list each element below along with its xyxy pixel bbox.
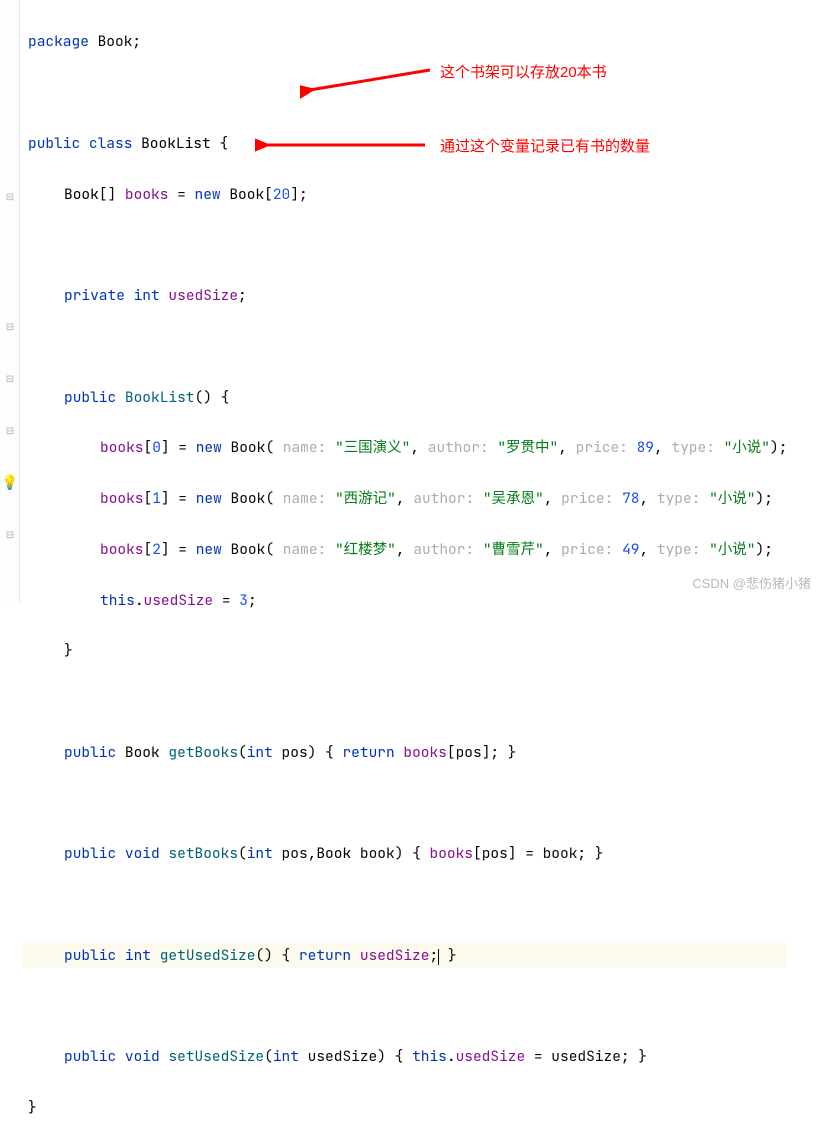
watermark: CSDN @悲伤猪小猪 [692,573,811,596]
code-line [22,689,787,714]
code-line [22,892,787,917]
code-line: books[0] = new Book( name: "三国演义", autho… [22,435,787,460]
code-line: public void setUsedSize(int usedSize) { … [22,1044,787,1069]
fold-icon[interactable]: ⊟ [3,320,17,334]
fold-icon[interactable]: ⊟ [3,424,17,438]
code-line-active: public int getUsedSize() { return usedSi… [22,943,787,968]
code-line: books[2] = new Book( name: "红楼梦", author… [22,537,787,562]
code-line: books[1] = new Book( name: "西游记", author… [22,486,787,511]
annotation-text: 这个书架可以存放20本书 [440,60,607,86]
code-line: private int usedSize; [22,283,787,308]
fold-icon[interactable]: ⊟ [3,528,17,542]
code-line: Book[] books = new Book[20]; [22,182,787,207]
code-line [22,334,787,359]
annotation-text: 通过这个变量记录已有书的数量 [440,134,650,160]
code-line [22,791,787,816]
code-area[interactable]: package Book; public class BookList { Bo… [22,4,787,1146]
editor-gutter: ⊟ ⊟ ⊟ ⊟ 💡 ⊟ [0,0,20,602]
code-line: package Book; [22,29,787,54]
code-line: public class BookList { [22,131,787,156]
code-line: this.usedSize = 3; [22,588,787,613]
code-line: public Book getBooks(int pos) { return b… [22,740,787,765]
code-line: public BookList() { [22,385,787,410]
code-line [22,80,787,105]
code-line [22,994,787,1019]
code-line [22,232,787,257]
code-line: } [22,1095,787,1120]
code-line: public void setBooks(int pos,Book book) … [22,841,787,866]
fold-icon[interactable]: ⊟ [3,190,17,204]
intention-bulb-icon[interactable]: 💡 [3,476,17,490]
code-line: } [22,638,787,663]
fold-icon[interactable]: ⊟ [3,372,17,386]
